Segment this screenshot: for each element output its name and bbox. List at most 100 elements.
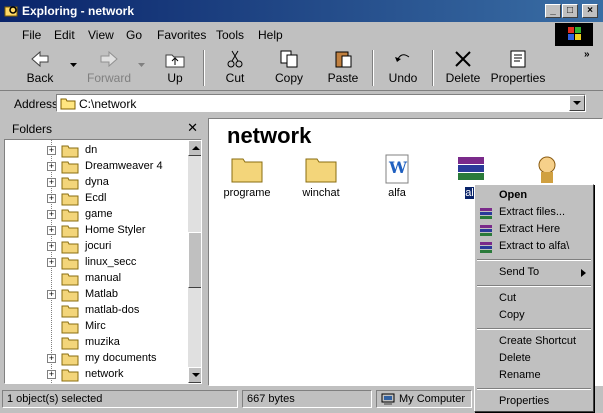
copy-icon (280, 50, 298, 68)
expand-toggle-icon[interactable]: + (47, 290, 56, 299)
cut-button[interactable]: Cut (212, 49, 258, 89)
address-dropdown-button[interactable] (569, 95, 585, 111)
context-menu: Open Extract files... Extract Here Extra… (474, 184, 594, 412)
menu-file[interactable]: File (22, 28, 41, 42)
ctx-extract-files[interactable]: Extract files... (499, 206, 565, 218)
menu-separator (477, 285, 591, 287)
toolbar: Back Forward Up Cut Copy Paste Undo Dele… (0, 47, 603, 89)
scroll-thumb[interactable] (188, 232, 201, 288)
ctx-open[interactable]: Open (499, 189, 527, 201)
word-document-icon: W (385, 154, 409, 184)
ctx-copy[interactable]: Copy (499, 309, 525, 321)
address-bar: Address C:\network (0, 90, 603, 115)
file-item-programe[interactable]: programe (215, 153, 279, 199)
tree-item-label: jocuri (85, 240, 112, 252)
winrar-archive-icon (458, 157, 484, 180)
winrar-icon (480, 242, 492, 253)
menu-go[interactable]: Go (126, 28, 142, 42)
ctx-delete[interactable]: Delete (499, 352, 531, 364)
title-bar[interactable]: Exploring - network _ □ × (0, 0, 603, 22)
address-value: C:\network (79, 97, 137, 111)
file-item-alfa-doc[interactable]: W alfa (365, 153, 429, 199)
expand-toggle-icon[interactable]: + (47, 242, 56, 251)
folder-icon (305, 158, 337, 183)
tree-item-label: Matlab (85, 288, 119, 300)
folder-icon (61, 241, 79, 254)
properties-button[interactable]: Properties (490, 49, 546, 89)
ctx-extract-here[interactable]: Extract Here (499, 223, 560, 235)
ctx-cut[interactable]: Cut (499, 292, 516, 304)
scroll-down-button[interactable] (188, 367, 201, 383)
undo-button[interactable]: Undo (380, 49, 426, 89)
file-item-winchat[interactable]: winchat (289, 153, 353, 199)
toolbar-separator (432, 50, 434, 86)
menu-bar: File Edit View Go Favorites Tools Help (0, 22, 603, 46)
ctx-send-to[interactable]: Send To (499, 266, 539, 278)
folder-icon (61, 353, 79, 366)
back-dropdown-icon[interactable] (70, 63, 78, 69)
maximize-button[interactable]: □ (562, 4, 578, 18)
file-item-cartoon[interactable] (515, 153, 579, 187)
menu-edit[interactable]: Edit (54, 28, 75, 42)
expand-toggle-icon[interactable]: + (47, 210, 56, 219)
delete-button[interactable]: Delete (440, 49, 486, 89)
menu-favorites[interactable]: Favorites (157, 28, 206, 42)
ctx-extract-to[interactable]: Extract to alfa\ (499, 240, 569, 252)
folder-icon (61, 337, 79, 350)
folder-icon (61, 321, 79, 334)
tree-item-label: manual (85, 272, 122, 284)
up-button[interactable]: Up (152, 49, 198, 89)
minimize-button[interactable]: _ (545, 4, 561, 18)
arrow-down-icon (192, 373, 200, 377)
expand-toggle-icon[interactable]: + (47, 162, 56, 171)
expand-toggle-icon[interactable]: + (47, 370, 56, 379)
explorer-window: Exploring - network _ □ × File Edit View… (0, 0, 603, 413)
menu-tools[interactable]: Tools (216, 28, 244, 42)
expand-toggle-icon[interactable]: + (47, 354, 56, 363)
forward-dropdown-icon[interactable] (138, 63, 146, 69)
paste-label: Paste (327, 71, 359, 85)
folder-title: network (227, 123, 312, 148)
scroll-up-button[interactable] (188, 140, 201, 156)
forward-arrow-icon (100, 50, 118, 68)
address-input[interactable]: C:\network (56, 94, 586, 112)
tree-scrollbar[interactable] (188, 140, 201, 383)
tree-item-label: my documents (85, 352, 157, 364)
delete-label: Delete (445, 71, 481, 85)
menu-separator (477, 259, 591, 261)
expand-toggle-icon[interactable]: + (47, 178, 56, 187)
copy-button[interactable]: Copy (266, 49, 312, 89)
windows-logo-icon (555, 23, 593, 46)
folder-icon (61, 305, 79, 318)
tree-item-label: linux_secc (85, 256, 137, 268)
expand-toggle-icon[interactable]: + (47, 258, 56, 267)
menu-view[interactable]: View (88, 28, 114, 42)
close-button[interactable]: × (582, 4, 598, 18)
toolbar-overflow-chevron-icon[interactable]: » (584, 49, 590, 60)
window-title: Exploring - network (22, 4, 135, 18)
ctx-create-shortcut[interactable]: Create Shortcut (499, 335, 576, 347)
ctx-rename[interactable]: Rename (499, 369, 541, 381)
status-bar: 1 object(s) selected 667 bytes My Comput… (0, 388, 603, 413)
tree-item-label: Dreamweaver 4 (85, 160, 163, 172)
copy-label: Copy (274, 71, 303, 85)
paste-button[interactable]: Paste (320, 49, 366, 89)
folders-pane-header: Folders ✕ (4, 118, 202, 138)
winrar-icon (480, 225, 492, 236)
expand-toggle-icon[interactable]: + (47, 194, 56, 203)
folders-close-icon[interactable]: ✕ (187, 120, 198, 136)
tree-item-label: dyna (85, 176, 109, 188)
tree-item-label: game (85, 208, 113, 220)
expand-toggle-icon[interactable]: + (47, 146, 56, 155)
explorer-icon (4, 6, 18, 17)
tree-item-label: muzika (85, 336, 120, 348)
undo-icon (395, 54, 410, 62)
file-label: alfa (388, 187, 406, 199)
folder-icon (61, 161, 79, 174)
tree-item-label: Mirc (85, 320, 106, 332)
expand-toggle-icon[interactable]: + (47, 226, 56, 235)
back-button[interactable]: Back (14, 49, 66, 89)
tree-item-label: Ecdl (85, 192, 107, 204)
forward-button[interactable]: Forward (80, 49, 138, 89)
menu-help[interactable]: Help (258, 28, 283, 42)
